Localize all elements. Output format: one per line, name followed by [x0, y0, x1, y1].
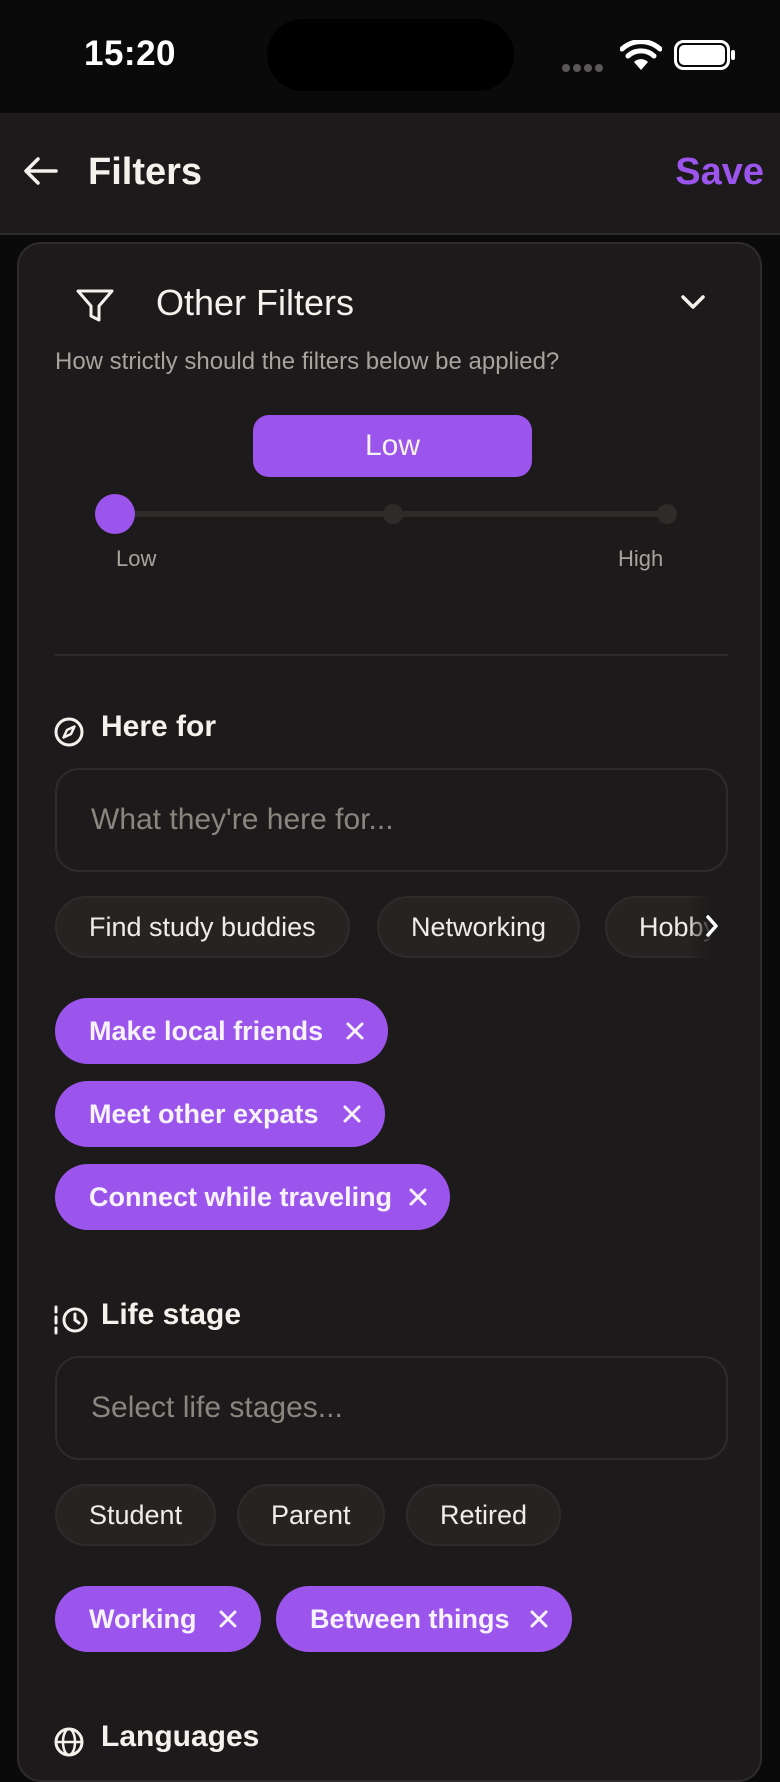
here-for-suggestions: Find study buddies Networking Hobby [55, 896, 728, 958]
other-filters-card: Other Filters How strictly should the fi… [17, 242, 762, 1782]
strictness-question: How strictly should the filters below be… [55, 348, 560, 375]
history-icon [54, 1305, 88, 1335]
selected-chip: Between things [276, 1586, 572, 1652]
life-stage-suggestions: Student Parent Retired [55, 1484, 728, 1546]
suggestion-chip[interactable]: Find study buddies [55, 896, 350, 958]
slider-tick-high [657, 504, 677, 524]
life-stage-input[interactable]: Select life stages... [55, 1356, 728, 1460]
selected-chip: Make local friends [55, 998, 388, 1064]
remove-icon[interactable] [218, 1609, 238, 1629]
remove-icon[interactable] [529, 1609, 549, 1629]
globe-icon [54, 1727, 84, 1757]
wifi-icon [620, 40, 662, 70]
compass-icon [54, 717, 84, 747]
save-button[interactable]: Save [675, 151, 764, 194]
selected-chip-label: Meet other expats [89, 1099, 319, 1129]
filter-icon [76, 289, 114, 322]
remove-icon[interactable] [408, 1187, 428, 1207]
here-for-input[interactable]: What they're here for... [55, 768, 728, 872]
suggestion-chip[interactable]: Student [55, 1484, 217, 1546]
selected-chip: Connect while traveling [55, 1164, 450, 1230]
chevron-right-icon[interactable] [704, 914, 720, 938]
section-title: Other Filters [156, 282, 355, 323]
status-time: 15:20 [84, 34, 177, 73]
selected-chip-label: Between things [310, 1604, 510, 1634]
app-header: Filters Save [0, 113, 780, 235]
selected-chip-label: Connect while traveling [89, 1182, 393, 1212]
remove-icon[interactable] [342, 1104, 362, 1124]
slider-max-label: High [618, 546, 664, 571]
slider-tick-mid [383, 504, 403, 524]
page-title: Filters [88, 151, 203, 193]
life-stage-label: Life stage [101, 1298, 242, 1331]
slider-min-label: Low [116, 546, 157, 571]
strictness-value-badge: Low [253, 415, 532, 477]
suggestion-chip[interactable]: Retired [406, 1484, 562, 1546]
suggestion-chip[interactable]: Parent [237, 1484, 385, 1546]
suggestion-chip[interactable]: Networking [377, 896, 581, 958]
cellular-signal-icon [562, 59, 606, 77]
selected-chip-label: Make local friends [89, 1016, 324, 1046]
section-divider [55, 654, 728, 656]
status-bar: 15:20 [0, 0, 780, 113]
selected-chip-label: Working [89, 1604, 197, 1634]
selected-chip: Meet other expats [55, 1081, 385, 1147]
other-filters-header[interactable]: Other Filters [57, 282, 717, 332]
chevron-down-icon[interactable] [679, 292, 707, 312]
dynamic-island [267, 19, 514, 91]
strictness-slider-thumb[interactable] [95, 494, 135, 534]
back-arrow-icon[interactable] [20, 151, 60, 191]
languages-label: Languages [101, 1720, 260, 1753]
battery-icon [674, 40, 735, 70]
remove-icon[interactable] [345, 1021, 365, 1041]
here-for-label: Here for [101, 710, 217, 743]
selected-chip: Working [55, 1586, 261, 1652]
